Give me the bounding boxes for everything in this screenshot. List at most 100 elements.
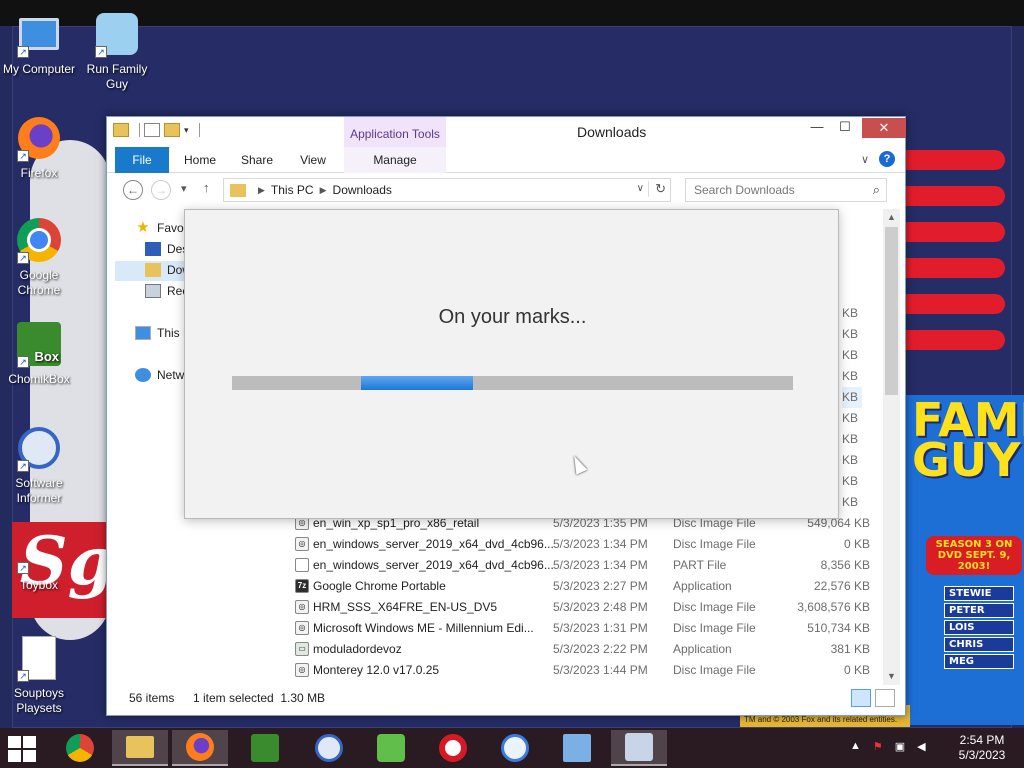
breadcrumb-chevron-icon[interactable]: ▶ (258, 185, 265, 196)
large-icons-view-button[interactable] (875, 689, 895, 707)
file-size: 510,734 KB (807, 621, 870, 635)
taskbar-chrome[interactable] (52, 730, 108, 766)
taskbar-network[interactable] (549, 730, 605, 766)
status-selection: 1 item selected 1.30 MB (193, 691, 326, 705)
setup-disk-icon (625, 733, 653, 761)
taskbar-opera[interactable] (425, 730, 481, 766)
search-input[interactable]: Search Downloads ⌕ (685, 178, 887, 202)
file-row[interactable]: ◎ HRM_SSS_X64FRE_EN-US_DV5 5/3/2023 2:48… (292, 597, 872, 618)
title-bar[interactable]: ▾ Application Tools Downloads — ☐ ✕ (107, 117, 906, 147)
maximize-button[interactable]: ☐ (831, 119, 859, 137)
tab-home[interactable]: Home (177, 147, 223, 173)
file-type: PART File (673, 558, 727, 572)
taskbar-software-informer[interactable] (301, 730, 357, 766)
file-name: en_windows_server_2019_x64_dvd_4cb96... (313, 537, 554, 551)
close-button[interactable]: ✕ (862, 118, 906, 138)
tab-view[interactable]: View (289, 147, 337, 173)
file-row[interactable]: ◎ en_windows_server_2019_x64_dvd_4cb96..… (292, 534, 872, 555)
size-fragment: KB (842, 432, 859, 446)
breadcrumb-chevron-icon[interactable]: ▶ (320, 185, 327, 196)
file-row[interactable]: ◎ Monterey 12.0 v17.0.25 5/3/2023 1:44 P… (292, 660, 872, 681)
tab-file[interactable]: File (115, 147, 169, 173)
taskbar-firefox[interactable] (172, 730, 228, 766)
search-icon[interactable]: ⌕ (873, 182, 880, 198)
desktop-icon-software-informer[interactable]: ↗ Software Informer (0, 424, 78, 506)
wallpaper-season-badge: SEASON 3 ON DVD SEPT. 9, 2003! (926, 536, 1022, 575)
file-date: 5/3/2023 2:22 PM (553, 642, 648, 656)
file-name: Microsoft Windows ME - Millennium Edi... (313, 621, 534, 635)
size-fragment: KB (842, 369, 859, 383)
family-guy-icon (377, 734, 405, 762)
recent-places-icon (145, 284, 161, 298)
window-title: Downloads (577, 124, 647, 140)
wallpaper-name: MEG (944, 654, 1014, 669)
file-date: 5/3/2023 2:48 PM (553, 600, 648, 614)
file-row[interactable]: 7z Google Chrome Portable 5/3/2023 2:27 … (292, 576, 872, 597)
volume-muted-icon[interactable]: ◀ (917, 740, 925, 753)
scrollbar-thumb[interactable] (885, 227, 898, 395)
desktop-icon-chomikbox[interactable]: Box ↗ ChomikBox (0, 320, 78, 387)
clock[interactable]: 2:54 PM 5/3/2023 (950, 733, 1014, 763)
desktop-icon-label: Google Chrome (17, 268, 61, 297)
opera-icon (439, 734, 467, 762)
tab-share[interactable]: Share (233, 147, 281, 173)
back-button[interactable]: ← (123, 180, 143, 200)
size-fragment: KB (842, 390, 859, 404)
taskbar-setup[interactable] (611, 730, 667, 766)
wallpaper-name: PETER (944, 603, 1014, 618)
address-dropdown-chevron-icon[interactable]: ∨ (637, 183, 644, 194)
taskbar-safari[interactable] (487, 730, 543, 766)
progress-dialog: On your marks... (184, 209, 839, 519)
address-box[interactable]: ▶ This PC ▶ Downloads ∨ ↻ (223, 178, 671, 202)
scroll-up-arrow-icon[interactable]: ▲ (883, 209, 900, 226)
forward-button[interactable]: → (151, 180, 171, 200)
desktop-icon-firefox[interactable]: ↗ Firefox (0, 114, 78, 181)
desktop-icon-toybox[interactable]: ↗ Toybox (0, 526, 78, 593)
toybox-icon: ↗ (15, 526, 63, 574)
scroll-down-arrow-icon[interactable]: ▼ (883, 668, 900, 685)
status-bar: 56 items 1 item selected 1.30 MB (107, 687, 905, 709)
file-type: Disc Image File (673, 621, 756, 635)
start-button[interactable] (8, 736, 38, 762)
taskbar-family-guy[interactable] (363, 730, 419, 766)
wallpaper-character-names: STEWIE PETER LOIS CHRIS MEG (944, 586, 1014, 671)
folder-icon[interactable] (113, 123, 129, 137)
desktop-icon-souptoys-playsets[interactable]: ↗ Souptoys Playsets (0, 634, 78, 716)
size-fragment: KB (842, 411, 859, 425)
wallpaper-name: CHRIS (944, 637, 1014, 652)
help-icon[interactable]: ? (879, 151, 895, 167)
star-icon: ★ (136, 219, 150, 236)
show-hidden-icons-chevron-icon[interactable]: ▲ (850, 740, 861, 753)
up-arrow-icon[interactable]: ↑ (203, 180, 210, 195)
breadcrumb-this-pc[interactable]: This PC (271, 183, 314, 197)
taskbar-file-explorer[interactable] (112, 730, 168, 766)
desktop-icon-my-computer[interactable]: ↗ My Computer (0, 10, 78, 77)
properties-icon[interactable] (144, 123, 160, 137)
firefox-icon (186, 733, 214, 761)
file-row[interactable]: en_windows_server_2019_x64_dvd_4cb96... … (292, 555, 872, 576)
file-name: en_windows_server_2019_x64_dvd_4cb96... (313, 558, 554, 572)
desktop-icon-label: My Computer (2, 62, 76, 76)
desktop-icon-run-family-guy[interactable]: ↗ Run Family Guy (78, 10, 156, 92)
file-size: 0 KB (843, 537, 870, 551)
tab-manage[interactable]: Manage (344, 147, 446, 173)
minimize-button[interactable]: — (803, 119, 831, 137)
taskbar-chomikbox[interactable] (237, 730, 293, 766)
vertical-scrollbar[interactable]: ▲ ▼ (883, 209, 900, 685)
new-folder-icon[interactable] (164, 123, 180, 137)
network-status-icon[interactable]: ▣ (895, 740, 905, 753)
file-row[interactable]: ◎ Microsoft Windows ME - Millennium Edi.… (292, 618, 872, 639)
toolbar-separator (198, 123, 200, 137)
desktop-icon-google-chrome[interactable]: ↗ Google Chrome (0, 216, 78, 298)
disc-image-icon: ◎ (295, 537, 309, 551)
desktop-icon-label: Firefox (20, 166, 58, 180)
breadcrumb-downloads[interactable]: Downloads (333, 183, 392, 197)
action-center-flag-icon[interactable]: ⚑ (873, 740, 883, 753)
refresh-icon[interactable]: ↻ (648, 181, 666, 197)
customize-toolbar-chevron-icon[interactable]: ▾ (184, 125, 189, 136)
file-name: Google Chrome Portable (313, 579, 446, 593)
expand-ribbon-chevron-icon[interactable]: ∨ (861, 153, 869, 166)
file-row[interactable]: ▭ moduladordevoz 5/3/2023 2:22 PM Applic… (292, 639, 872, 660)
recent-locations-chevron-icon[interactable]: ▾ (181, 182, 187, 195)
details-view-button[interactable] (851, 689, 871, 707)
